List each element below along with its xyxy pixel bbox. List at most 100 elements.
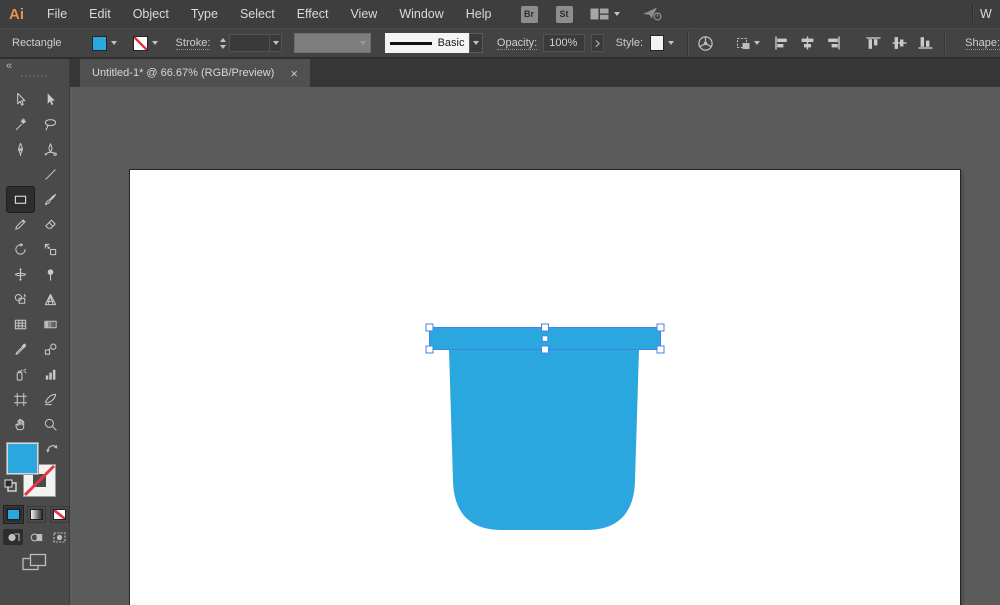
tool-gradient[interactable] [37, 312, 64, 337]
chevron-down-icon [151, 41, 158, 45]
draw-behind-button[interactable] [26, 529, 46, 545]
close-icon[interactable]: × [290, 67, 298, 80]
stroke-weight-dropdown[interactable] [270, 34, 283, 52]
default-fill-stroke-button[interactable] [4, 479, 17, 497]
align-left-icon[interactable] [774, 36, 789, 50]
menu-window[interactable]: Window [388, 0, 454, 28]
canvas-pasteboard[interactable] [71, 87, 1000, 605]
stepper-down-icon [220, 44, 227, 49]
tool-perspective-grid[interactable] [37, 287, 64, 312]
tool-paintbrush[interactable] [37, 187, 64, 212]
tool-scale[interactable] [37, 237, 64, 262]
tool-pen[interactable] [7, 137, 34, 162]
tool-rectangle[interactable] [7, 187, 34, 212]
tool-mesh[interactable] [7, 312, 34, 337]
chevron-down-icon [473, 41, 480, 45]
menu-file[interactable]: File [36, 0, 78, 28]
menu-view[interactable]: View [339, 0, 388, 28]
tool-zoom[interactable] [37, 412, 64, 437]
gradient-button[interactable] [27, 506, 46, 523]
document-tab[interactable]: Untitled-1* @ 66.67% (RGB/Preview) × [80, 59, 310, 87]
tool-rotate[interactable] [7, 237, 34, 262]
align-bottom-icon[interactable] [918, 36, 933, 50]
tool-column-graph[interactable] [37, 362, 64, 387]
menu-select[interactable]: Select [229, 0, 286, 28]
line-segment-tool-icon [45, 169, 56, 180]
curvature-tool-icon [44, 143, 57, 156]
menu-help[interactable]: Help [455, 0, 503, 28]
fill-color-box[interactable] [6, 442, 39, 475]
handle-bottom-right[interactable] [656, 345, 665, 354]
fill-color-dropdown[interactable] [107, 35, 121, 52]
center-point-marker[interactable] [541, 335, 549, 342]
share-button[interactable] [642, 6, 664, 22]
workspace-switcher[interactable] [590, 8, 620, 20]
swap-arrows-icon [46, 444, 58, 453]
stock-button[interactable]: St [555, 5, 573, 23]
draw-normal-button[interactable] [3, 529, 23, 545]
menu-edit[interactable]: Edit [78, 0, 122, 28]
bucket-shape[interactable] [420, 320, 670, 540]
tool-line-segment[interactable] [37, 162, 64, 187]
handle-top-left[interactable] [425, 323, 434, 332]
stroke-panel-link[interactable]: Stroke: [175, 37, 211, 50]
color-button[interactable] [4, 506, 23, 523]
menu-type[interactable]: Type [180, 0, 229, 28]
chevron-down-icon [110, 41, 117, 45]
tool-pencil[interactable] [7, 212, 34, 237]
opacity-panel-link[interactable]: Opacity: [496, 37, 538, 50]
align-center-horizontal-icon[interactable] [800, 36, 815, 50]
align-right-icon[interactable] [826, 36, 841, 50]
tool-selection[interactable] [7, 87, 34, 112]
tool-eyedropper[interactable] [7, 337, 34, 362]
change-screen-mode-button[interactable] [22, 553, 47, 577]
graphic-style-swatch[interactable] [650, 35, 665, 51]
tool-artboard[interactable] [7, 387, 34, 412]
align-top-icon[interactable] [866, 36, 881, 50]
shape-panel-link[interactable]: Shape: [965, 37, 1000, 50]
stroke-weight-input[interactable] [229, 34, 270, 52]
tool-direct-selection[interactable] [37, 87, 64, 112]
collapse-panel-button[interactable]: « [6, 60, 12, 72]
menu-object[interactable]: Object [122, 0, 180, 28]
handle-top-right[interactable] [656, 323, 665, 332]
none-button[interactable] [50, 506, 69, 523]
handle-bottom-left[interactable] [425, 345, 434, 354]
brush-definition-value: Basic [437, 37, 465, 49]
stroke-weight-stepper[interactable] [220, 37, 227, 49]
tool-hand[interactable] [7, 412, 34, 437]
fill-color-swatch[interactable] [91, 35, 107, 51]
recolor-artwork-button[interactable] [697, 35, 714, 52]
zoom-tool-icon [44, 418, 57, 431]
tool-eraser[interactable] [37, 212, 64, 237]
tool-curvature[interactable] [37, 137, 64, 162]
stroke-color-dropdown[interactable] [148, 35, 162, 52]
draw-inside-button[interactable] [49, 529, 69, 545]
tool-blend[interactable] [37, 337, 64, 362]
opacity-options-button[interactable] [591, 34, 604, 52]
menu-effect[interactable]: Effect [286, 0, 340, 28]
bridge-button[interactable]: Br [520, 5, 538, 23]
menubar-right: W [972, 0, 992, 28]
tool-symbol-sprayer[interactable] [7, 362, 34, 387]
handle-bottom-center[interactable] [541, 345, 549, 354]
brush-definition-dropdown[interactable]: Basic [384, 33, 470, 53]
stroke-color-swatch[interactable] [132, 35, 148, 51]
tool-lasso[interactable] [37, 112, 64, 137]
tool-shape-builder[interactable] [7, 287, 34, 312]
panel-drag-handle[interactable] [21, 75, 47, 77]
stepper-up-icon [220, 37, 227, 42]
select-similar-button[interactable] [736, 36, 761, 51]
brush-definition-chevron[interactable] [469, 33, 483, 53]
graphic-style-dropdown[interactable] [664, 35, 678, 52]
swap-fill-stroke-button[interactable] [45, 441, 59, 459]
tool-puppet-warp[interactable] [37, 262, 64, 287]
handle-top-center[interactable] [541, 323, 549, 332]
opacity-input[interactable]: 100% [543, 34, 586, 52]
tool-width[interactable] [7, 262, 34, 287]
align-center-vertical-icon[interactable] [892, 36, 907, 50]
tool-magic-wand[interactable] [7, 112, 34, 137]
tool-slice[interactable] [37, 387, 64, 412]
tool-type[interactable]: T [7, 162, 34, 187]
bucket-body-shape[interactable] [449, 350, 639, 530]
